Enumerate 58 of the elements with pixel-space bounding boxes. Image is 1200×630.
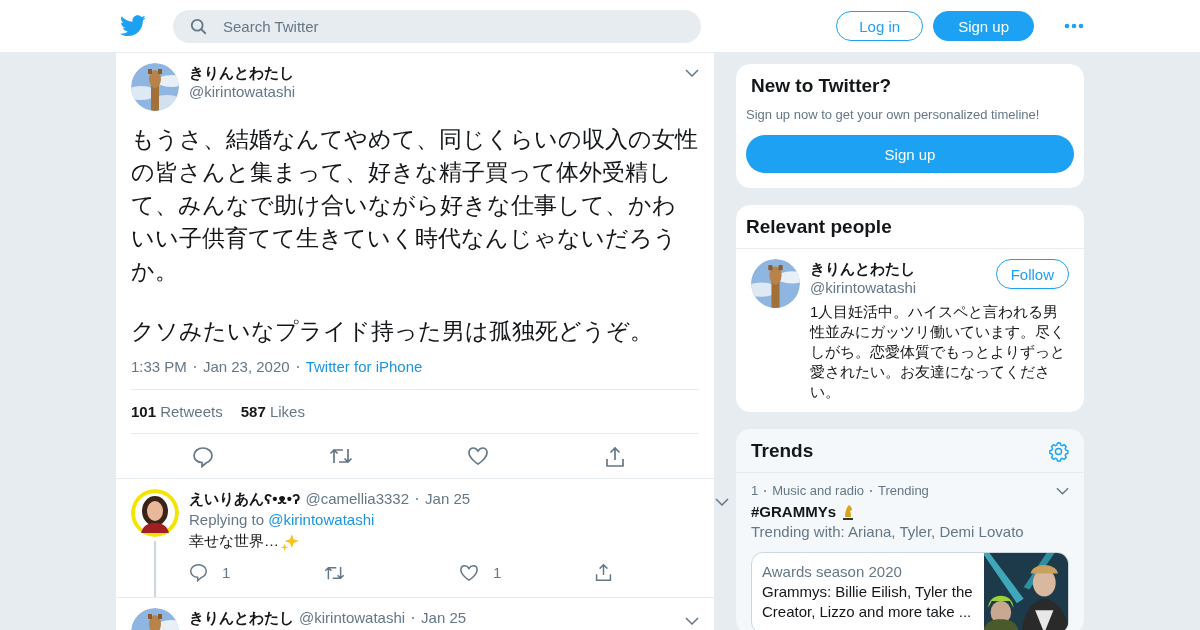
trend-status: Trending	[878, 483, 929, 498]
follow-button[interactable]: Follow	[995, 259, 1069, 289]
card-title: Relevant people	[736, 205, 1084, 249]
tweet-text: もうさ、結婚なんてやめて、同じくらいの収入の女性の皆さんと集まって、好きな精子買って体外受精して、みんなで助け合いながら好きな仕事して、かわいい子供育てて生きていく時代なんじゃないだろうか。	[131, 125, 699, 286]
card-title: New to Twitter?	[751, 75, 893, 97]
user-handle[interactable]: @camellia3332	[305, 489, 410, 508]
share-icon[interactable]	[594, 563, 613, 582]
trend-rank: 1	[751, 483, 759, 498]
trophy-icon	[840, 502, 856, 520]
card-subtitle: Sign up now to get your own personalized timeline!	[746, 107, 1041, 122]
avatar-icon[interactable]	[131, 489, 179, 537]
user-handle[interactable]: @kirintowatashi	[189, 82, 296, 101]
heart-icon[interactable]	[459, 563, 479, 582]
likes-count[interactable]: 587 Likes	[240, 403, 305, 420]
news-headline: Grammys: Billie Eilish, Tyler the Creator, Lizzo and more take ...	[762, 582, 974, 622]
user-name[interactable]: えいりあんʕ•ᴥ•ʔ	[189, 489, 301, 508]
mention-link[interactable]: @kirintowatashi	[268, 511, 375, 528]
trend-category: Music and radio	[772, 483, 864, 498]
retweets-count[interactable]: 101 Retweets	[131, 403, 223, 420]
user-name[interactable]: きりんとわたし	[189, 63, 296, 82]
retweet-icon[interactable]	[328, 446, 353, 466]
chevron-down-icon[interactable]	[1056, 486, 1069, 495]
chevron-down-icon[interactable]	[685, 69, 699, 77]
chevron-down-icon[interactable]	[715, 497, 729, 506]
user-name[interactable]: きりんとわたし	[810, 259, 917, 278]
search-icon	[190, 17, 208, 36]
trend-hashtag[interactable]: #GRAMMYs	[751, 502, 836, 520]
share-icon[interactable]	[603, 446, 626, 468]
reply-text: 幸せな世界…	[189, 532, 279, 551]
reply-icon[interactable]	[189, 563, 208, 582]
trend-context: Trending with: Ariana, Tyler, Demi Lovato	[751, 523, 1025, 540]
signup-button[interactable]: Sign up	[746, 135, 1074, 173]
tweet-text: クソみたいなプライド持った男は孤独死どうぞ。	[131, 317, 654, 346]
reply-date: Jan 25	[421, 608, 467, 627]
heart-icon[interactable]	[467, 446, 490, 466]
replying-to-text: Replying to @kirintowatashi	[189, 511, 376, 528]
user-bio: 1人目妊活中。ハイスペと言われる男性並みにガッツリ働いています。尽くしがち。恋愛体質でもっとよりずっと愛されたい。お友達になってください。	[810, 302, 1066, 402]
news-category: Awards season 2020	[762, 563, 903, 580]
sparkles-icon	[281, 532, 299, 551]
tweet-date: Jan 23, 2020	[202, 358, 290, 375]
reply-date: Jan 25	[425, 489, 471, 508]
bird-logo-icon[interactable]	[120, 15, 146, 37]
more-icon[interactable]	[1064, 23, 1084, 29]
reply-count: 1	[222, 564, 231, 581]
search-field[interactable]: Search Twitter	[173, 9, 701, 43]
source-link[interactable]: Twitter for iPhone	[305, 358, 423, 375]
signup-button[interactable]: Sign up	[933, 11, 1034, 41]
card-title: Trends	[751, 440, 814, 462]
news-card[interactable]: Awards season 2020 Grammys: Billie Eilish, Tyler the Creator, Lizzo and more take ...	[751, 552, 1069, 630]
settings-icon[interactable]	[1048, 440, 1069, 462]
tweet-time: 1:33 PM	[131, 358, 187, 375]
chevron-down-icon[interactable]	[685, 616, 699, 625]
user-name[interactable]: きりんとわたし	[189, 608, 294, 627]
user-handle[interactable]: @kirintowatashi	[810, 278, 917, 297]
login-button[interactable]: Log in	[836, 11, 924, 41]
user-handle[interactable]: @kirintowatashi	[299, 608, 406, 627]
like-count: 1	[493, 564, 502, 581]
reply-icon[interactable]	[192, 446, 214, 468]
